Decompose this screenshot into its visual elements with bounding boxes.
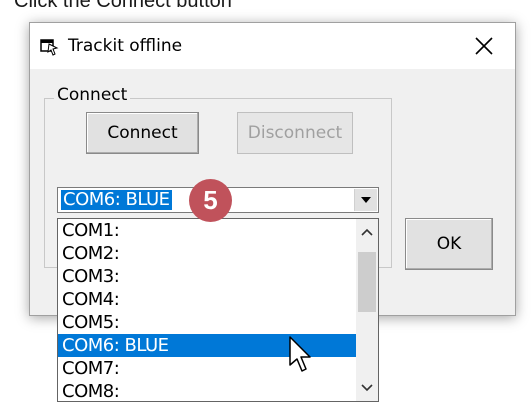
window-title: Trackit offline [68,36,183,56]
list-item-com4[interactable]: COM4: [58,288,356,311]
ok-button[interactable]: OK [405,218,493,270]
list-item-com3[interactable]: COM3: [58,265,356,288]
dropdown-arrow-button[interactable] [354,189,377,211]
com-port-dropdown-list[interactable]: COM1: COM2: COM3: COM4: COM5: COM6: BLUE… [57,218,379,402]
connect-group-label: Connect [54,85,131,105]
background-instruction-text: Click the Connect button [14,0,232,10]
list-item-com1[interactable]: COM1: [58,219,356,242]
chevron-down-icon [361,197,371,203]
scroll-thumb[interactable] [358,252,376,312]
close-icon [475,37,493,55]
chevron-up-icon [361,228,373,236]
scroll-up-button[interactable] [356,221,378,243]
close-button[interactable] [453,23,515,69]
list-item-com8[interactable]: COM8: [58,380,356,401]
list-item-com5[interactable]: COM5: [58,311,356,334]
title-bar: Trackit offline [30,23,515,69]
connect-button[interactable]: Connect [86,112,199,154]
step-number-badge: 5 [189,179,232,222]
com-port-selected-value: COM6: BLUE [61,189,172,210]
chevron-down-icon [361,384,373,392]
mouse-pointer-icon [289,336,311,372]
list-item-com2[interactable]: COM2: [58,242,356,265]
scroll-down-button[interactable] [356,377,378,399]
app-icon [39,38,61,56]
disconnect-button[interactable]: Disconnect [237,112,353,154]
list-scrollbar[interactable] [356,219,378,401]
